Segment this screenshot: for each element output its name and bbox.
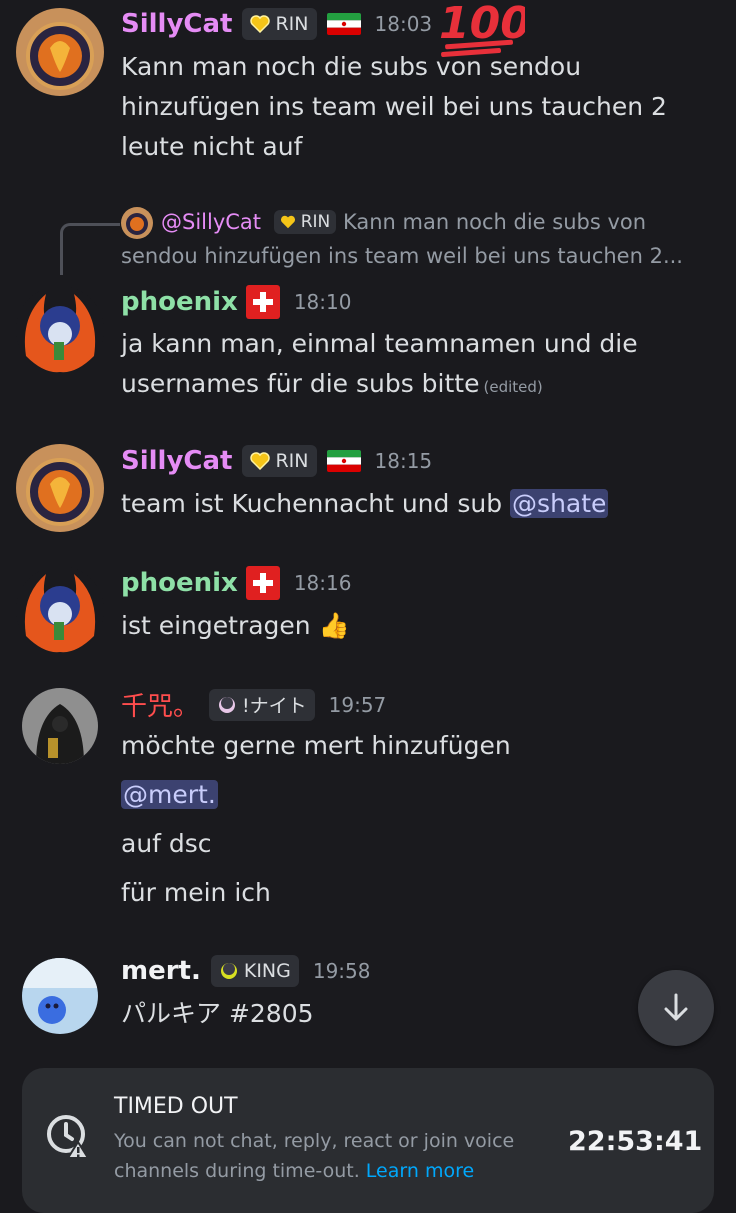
timeout-description: You can not chat, reply, react or join v… bbox=[114, 1130, 515, 1182]
swiss-flag-icon bbox=[245, 566, 280, 600]
username[interactable]: phoenix bbox=[121, 287, 238, 317]
avatar-sillycat[interactable] bbox=[16, 444, 104, 532]
reply-author: @SillyCat bbox=[161, 210, 262, 234]
reply-connector bbox=[60, 223, 120, 275]
thumbs-up-emoji: 👍 bbox=[318, 611, 350, 640]
heart-badge-icon bbox=[250, 15, 271, 33]
message-text: ja kann man, einmal teamnamen und die us… bbox=[121, 329, 638, 398]
guild-tag[interactable]: RIN bbox=[242, 8, 317, 40]
swiss-flag-icon bbox=[245, 285, 280, 319]
guild-tag-label: RIN bbox=[275, 13, 309, 35]
heart-badge-icon bbox=[280, 215, 295, 229]
username[interactable]: SillyCat bbox=[121, 446, 232, 476]
username[interactable]: 千咒。 bbox=[121, 686, 199, 723]
timeout-countdown: 22:53:41 bbox=[568, 1126, 703, 1157]
message-text: Kann man noch die subs von sendou hinzuf… bbox=[121, 52, 667, 161]
message-text: パルキア #2805 bbox=[121, 999, 314, 1028]
jump-to-present-button[interactable] bbox=[638, 970, 714, 1046]
arrow-down-icon bbox=[664, 993, 688, 1021]
timestamp[interactable]: 18:16 bbox=[294, 571, 352, 595]
message-header: 千咒。 !ナイト 19:57 bbox=[121, 686, 386, 723]
avatar-mert[interactable] bbox=[22, 958, 98, 1034]
learn-more-link[interactable]: Learn more bbox=[366, 1160, 474, 1182]
guild-tag-label: RIN bbox=[275, 450, 309, 472]
reply-text-line1: Kann man noch die subs von bbox=[342, 210, 647, 234]
guild-tag-label: !ナイト bbox=[242, 695, 307, 717]
message-text: ist eingetragen 👍 bbox=[121, 611, 350, 640]
timestamp[interactable]: 18:15 bbox=[375, 449, 433, 473]
user-mention[interactable]: @mert. bbox=[121, 780, 218, 809]
timestamp[interactable]: 18:10 bbox=[294, 290, 352, 314]
crown-badge-icon bbox=[220, 963, 237, 979]
edited-label: (edited) bbox=[483, 378, 543, 396]
guild-tag-label: KING bbox=[243, 960, 291, 982]
timestamp[interactable]: 19:58 bbox=[313, 959, 371, 983]
avatar-sillycat[interactable] bbox=[16, 8, 104, 96]
username[interactable]: phoenix bbox=[121, 568, 238, 598]
timeout-banner: TIMED OUT You can not chat, reply, react… bbox=[22, 1068, 714, 1213]
username[interactable]: SillyCat bbox=[121, 9, 232, 39]
avatar-phoenix[interactable] bbox=[16, 566, 104, 654]
guild-tag[interactable]: RIN bbox=[242, 445, 317, 477]
moon-badge-icon bbox=[219, 696, 236, 713]
iran-flag-icon bbox=[326, 13, 361, 35]
heart-badge-icon bbox=[250, 452, 271, 470]
timeout-title: TIMED OUT bbox=[114, 1094, 238, 1119]
reply-guild-tag: RIN bbox=[273, 210, 337, 234]
message-text: möchte gerne mert hinzufügen @mert. auf … bbox=[121, 731, 511, 907]
user-mention[interactable]: @shate bbox=[510, 489, 609, 518]
guild-tag[interactable]: KING bbox=[210, 955, 299, 987]
username[interactable]: mert. bbox=[121, 956, 201, 986]
timestamp[interactable]: 19:57 bbox=[329, 693, 387, 717]
message-header: SillyCat RIN 18:15 bbox=[121, 445, 432, 477]
message-text: team ist Kuchennacht und sub @shate bbox=[121, 489, 609, 518]
guild-tag[interactable]: !ナイト bbox=[209, 688, 315, 721]
reply-text-line2: sendou hinzufügen ins team weil bei uns … bbox=[121, 244, 683, 268]
avatar-senju[interactable] bbox=[22, 688, 98, 764]
reply-preview[interactable]: @SillyCat RIN Kann man noch die subs von… bbox=[121, 205, 721, 273]
timeout-clock-icon bbox=[47, 1115, 90, 1159]
avatar-phoenix[interactable] bbox=[16, 286, 104, 374]
message-header: SillyCat RIN 18:03 bbox=[121, 8, 432, 40]
message-header: mert. KING 19:58 bbox=[121, 955, 371, 987]
timestamp[interactable]: 18:03 bbox=[375, 12, 433, 36]
reply-avatar bbox=[121, 207, 153, 239]
iran-flag-icon bbox=[326, 450, 361, 472]
message-header: phoenix 18:16 bbox=[121, 566, 351, 600]
message-header: phoenix 18:10 bbox=[121, 285, 351, 319]
